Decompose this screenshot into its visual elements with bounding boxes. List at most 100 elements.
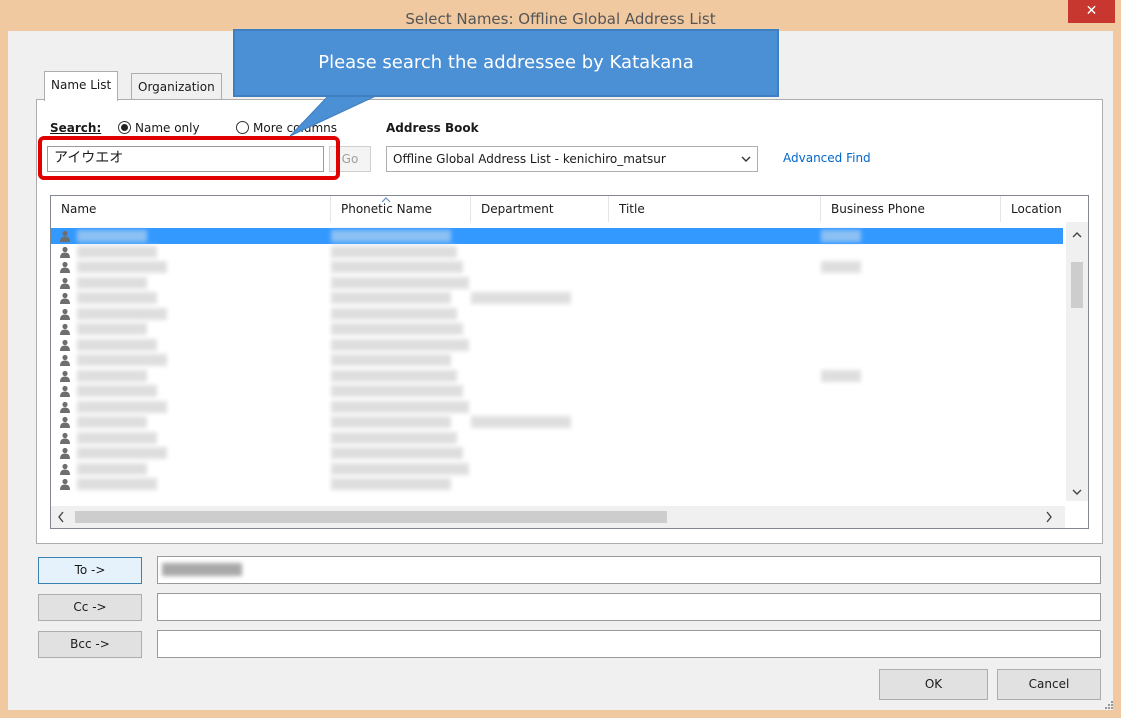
redacted-cell xyxy=(331,323,463,335)
redacted-cell xyxy=(331,338,469,351)
table-row[interactable] xyxy=(51,383,1063,399)
redacted-cell xyxy=(331,400,469,413)
redacted-cell xyxy=(77,354,167,366)
person-icon xyxy=(59,308,71,320)
redacted-cell xyxy=(331,462,469,475)
table-row[interactable] xyxy=(51,337,1063,353)
radio-more-columns-dot[interactable] xyxy=(236,121,249,134)
redacted-cell xyxy=(331,261,463,273)
redacted-cell xyxy=(331,307,457,320)
column-header-phonetic-name[interactable]: Phonetic Name xyxy=(331,196,471,222)
address-book-select[interactable]: Offline Global Address List - kenichiro_… xyxy=(386,146,758,172)
table-row[interactable] xyxy=(51,368,1063,384)
vertical-scroll-thumb[interactable] xyxy=(1071,262,1083,308)
scroll-down-icon[interactable] xyxy=(1066,485,1088,499)
redacted-cell xyxy=(331,431,457,444)
table-row[interactable] xyxy=(51,399,1063,415)
column-header-department[interactable]: Department xyxy=(471,196,609,222)
person-icon xyxy=(59,370,71,382)
scroll-right-icon[interactable] xyxy=(1045,511,1053,526)
column-header-title[interactable]: Title xyxy=(609,196,821,222)
horizontal-scrollbar[interactable] xyxy=(51,506,1065,528)
horizontal-scroll-thumb[interactable] xyxy=(75,511,667,523)
redacted-cell xyxy=(77,416,147,428)
table-row[interactable] xyxy=(51,430,1063,446)
scroll-up-icon[interactable] xyxy=(1066,228,1088,242)
redacted-cell xyxy=(331,354,451,366)
redacted-cell xyxy=(77,338,157,351)
person-icon xyxy=(59,432,71,444)
redacted-cell xyxy=(77,245,157,258)
person-icon xyxy=(59,292,71,304)
sort-ascending-icon xyxy=(381,196,391,213)
table-row[interactable] xyxy=(51,259,1063,275)
column-header-name[interactable]: Name xyxy=(51,196,331,222)
to-field[interactable] xyxy=(157,556,1101,584)
person-icon xyxy=(59,323,71,335)
table-row[interactable] xyxy=(51,228,1063,244)
redacted-cell xyxy=(77,447,167,459)
person-icon xyxy=(59,447,71,459)
table-row[interactable] xyxy=(51,321,1063,337)
redacted-cell xyxy=(821,369,861,382)
callout-pointer xyxy=(290,94,381,137)
redacted-cell xyxy=(77,431,157,444)
bcc-button[interactable]: Bcc -> xyxy=(38,631,142,658)
redacted-cell xyxy=(77,307,167,320)
redacted-cell xyxy=(821,261,861,273)
column-header-location-label: Location xyxy=(1011,202,1062,216)
table-row[interactable] xyxy=(51,290,1063,306)
redacted-cell xyxy=(471,416,571,428)
redacted-cell xyxy=(77,261,167,273)
cancel-button[interactable]: Cancel xyxy=(997,669,1101,700)
person-icon xyxy=(59,401,71,413)
advanced-find-link[interactable]: Advanced Find xyxy=(783,151,871,165)
redacted-cell xyxy=(331,447,463,459)
redacted-cell xyxy=(471,292,571,304)
tab-name-list-label: Name List xyxy=(51,78,112,92)
table-row[interactable] xyxy=(51,275,1063,291)
scroll-left-icon[interactable] xyxy=(57,511,65,526)
table-row[interactable] xyxy=(51,352,1063,368)
redacted-cell xyxy=(77,230,147,242)
window-title: Select Names: Offline Global Address Lis… xyxy=(405,10,716,28)
table-row[interactable] xyxy=(51,445,1063,461)
redacted-cell xyxy=(77,369,147,382)
radio-name-only[interactable]: Name only xyxy=(118,121,200,135)
person-icon xyxy=(59,246,71,258)
table-row[interactable] xyxy=(51,414,1063,430)
close-button[interactable]: ✕ xyxy=(1068,0,1115,23)
radio-name-only-label: Name only xyxy=(135,121,200,135)
resize-grip-icon[interactable] xyxy=(1104,699,1114,713)
tab-name-list[interactable]: Name List xyxy=(44,71,119,101)
close-icon: ✕ xyxy=(1085,3,1098,19)
bcc-field[interactable] xyxy=(157,630,1101,658)
address-list-view[interactable]: Name Phonetic Name Department Title Busi… xyxy=(50,195,1089,529)
table-row[interactable] xyxy=(51,476,1063,492)
redacted-cell xyxy=(331,416,451,428)
search-label: Search: xyxy=(50,121,102,135)
column-header-location[interactable]: Location xyxy=(1001,196,1088,222)
title-bar[interactable]: Select Names: Offline Global Address Lis… xyxy=(0,0,1121,32)
table-row[interactable] xyxy=(51,306,1063,322)
redacted-cell xyxy=(77,323,147,335)
cc-button[interactable]: Cc -> xyxy=(38,594,142,621)
cc-field[interactable] xyxy=(157,593,1101,621)
column-header-business-phone-label: Business Phone xyxy=(831,202,925,216)
person-icon xyxy=(59,339,71,351)
person-icon xyxy=(59,261,71,273)
table-row[interactable] xyxy=(51,244,1063,260)
person-icon xyxy=(59,385,71,397)
redacted-cell xyxy=(77,292,157,304)
redacted-cell xyxy=(331,478,451,490)
column-header-business-phone[interactable]: Business Phone xyxy=(821,196,1001,222)
table-row[interactable] xyxy=(51,461,1063,477)
vertical-scrollbar[interactable] xyxy=(1066,222,1088,501)
to-button[interactable]: To -> xyxy=(38,557,142,584)
radio-name-only-dot[interactable] xyxy=(118,121,131,134)
person-icon xyxy=(59,416,71,428)
redacted-cell xyxy=(331,230,451,242)
tab-organization[interactable]: Organization xyxy=(131,73,222,101)
search-label-row: Search: xyxy=(50,121,101,135)
ok-button[interactable]: OK xyxy=(879,669,988,700)
